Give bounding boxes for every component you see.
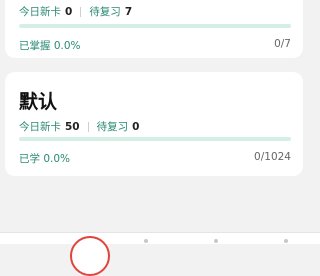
to-review-value: 0 [132, 120, 140, 133]
card-count: 0/1024 [254, 151, 291, 163]
deck-card[interactable]: 默认 今日新卡 50 待复习 0 已学 0.0% 0/1024 [5, 72, 303, 176]
progress-bar [19, 24, 291, 28]
tab-icon[interactable] [144, 239, 148, 243]
card-count: 0/7 [274, 38, 291, 50]
deck-card[interactable]: 今日新卡 0 待复习 7 已掌握 0.0% 0/7 [5, 0, 303, 58]
stats-divider [80, 6, 82, 17]
progress-bar [19, 137, 291, 141]
learned-percent: 已学 0.0% [19, 153, 71, 165]
tab-icon[interactable] [284, 239, 288, 243]
center-add-button[interactable] [70, 236, 110, 276]
bottom-tab-bar [0, 232, 320, 244]
stats-divider [87, 121, 89, 132]
to-review-label: 待复习 [96, 121, 129, 133]
deck-stats: 今日新卡 50 待复习 0 [19, 119, 139, 134]
deck-title: 默认 [19, 91, 58, 113]
new-today-label: 今日新卡 [19, 6, 61, 18]
mastered-percent: 已掌握 0.0% [19, 40, 81, 52]
new-today-value: 0 [65, 5, 73, 18]
deck-stats: 今日新卡 0 待复习 7 [19, 4, 132, 19]
new-today-value: 50 [65, 120, 80, 133]
new-today-label: 今日新卡 [19, 121, 61, 133]
deck-footer: 已学 0.0% 0/1024 [19, 151, 291, 166]
to-review-value: 7 [124, 5, 133, 18]
to-review-label: 待复习 [89, 6, 121, 18]
tab-icon[interactable] [214, 239, 218, 243]
deck-footer: 已掌握 0.0% 0/7 [19, 38, 291, 53]
